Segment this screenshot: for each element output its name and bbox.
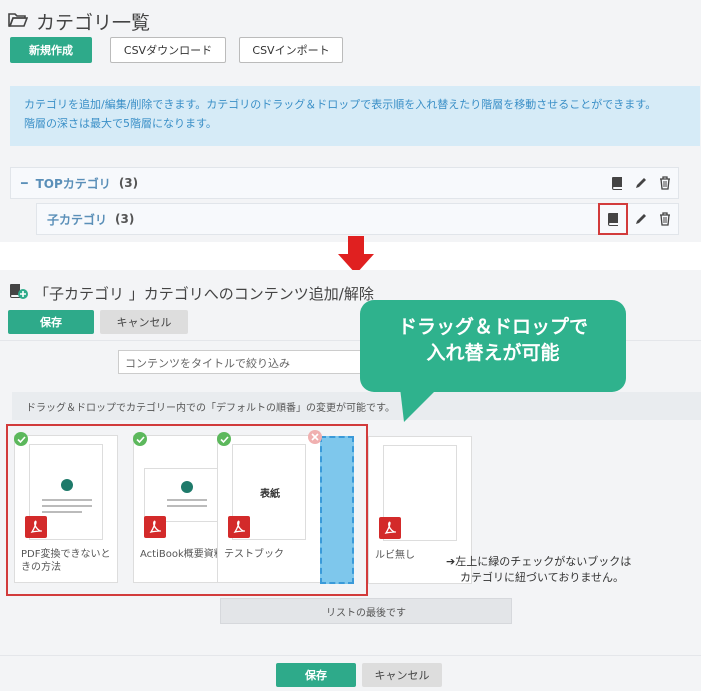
category-row-child[interactable]: 子カテゴリ (3) <box>36 203 679 235</box>
category-list-panel: カテゴリ一覧 新規作成 CSVダウンロード CSVインポート カテゴリを追加/編… <box>0 0 701 242</box>
remove-icon[interactable] <box>308 430 322 444</box>
category-count: (3) <box>118 176 139 190</box>
collapse-toggle[interactable]: ━ <box>21 177 28 190</box>
csv-import-button[interactable]: CSVインポート <box>239 37 343 63</box>
page-title: カテゴリ一覧 <box>8 8 150 35</box>
category-count: (3) <box>115 212 135 226</box>
csv-download-button[interactable]: CSVダウンロード <box>110 37 226 63</box>
dnd-hint-bar: ドラッグ＆ドロップでカテゴリー内での「デフォルトの順番」の変更が可能です。 <box>12 392 701 420</box>
add-book-icon <box>8 282 28 304</box>
pdf-icon <box>228 516 250 538</box>
trash-icon[interactable] <box>658 176 672 190</box>
footer-cancel-button[interactable]: キャンセル <box>362 663 442 687</box>
title-filter-input[interactable]: コンテンツをタイトルで絞り込み <box>118 350 368 374</box>
info-line: カテゴリを追加/編集/削除できます。カテゴリのドラッグ＆ドロップで表示順を入れ替… <box>24 98 657 111</box>
divider <box>0 655 701 656</box>
drop-placeholder <box>320 436 354 584</box>
card-caption: テストブック <box>224 549 284 560</box>
info-line: 階層の深さは最大で5階層になります。 <box>24 117 217 130</box>
editor-title: 「子カテゴリ 」カテゴリへのコンテンツ追加/解除 <box>8 282 374 304</box>
book-icon[interactable] <box>598 203 628 235</box>
save-button[interactable]: 保存 <box>8 310 94 334</box>
content-editor-panel: 「子カテゴリ 」カテゴリへのコンテンツ追加/解除 保存 キャンセル コンテンツを… <box>0 270 701 691</box>
cancel-button[interactable]: キャンセル <box>100 310 188 334</box>
check-icon <box>217 432 231 446</box>
folder-open-icon <box>8 11 29 33</box>
pencil-icon[interactable] <box>634 176 648 190</box>
content-card[interactable]: 表紙 テストブック <box>217 435 321 583</box>
info-message: カテゴリを追加/編集/削除できます。カテゴリのドラッグ＆ドロップで表示順を入れ替… <box>10 86 700 146</box>
category-label: TOPカテゴリ <box>35 176 111 191</box>
category-row-top[interactable]: ━ TOPカテゴリ (3) <box>10 167 679 199</box>
pencil-icon[interactable] <box>634 212 648 226</box>
trash-icon[interactable] <box>658 212 672 226</box>
card-caption: ルビ無し <box>375 550 415 561</box>
callout-bubble: ドラッグ＆ドロップで 入れ替えが可能 <box>360 300 626 422</box>
category-label: 子カテゴリ <box>47 212 108 227</box>
thumb-text: 表紙 <box>260 489 280 500</box>
book-icon[interactable] <box>610 176 624 190</box>
pdf-icon <box>379 517 401 539</box>
note-text: ➔左上に緑のチェックがないブックは カテゴリに紐づいておりません。 <box>446 555 632 584</box>
list-end-bar: リストの最後です <box>220 598 512 624</box>
new-category-button[interactable]: 新規作成 <box>10 37 92 63</box>
footer-save-button[interactable]: 保存 <box>276 663 356 687</box>
